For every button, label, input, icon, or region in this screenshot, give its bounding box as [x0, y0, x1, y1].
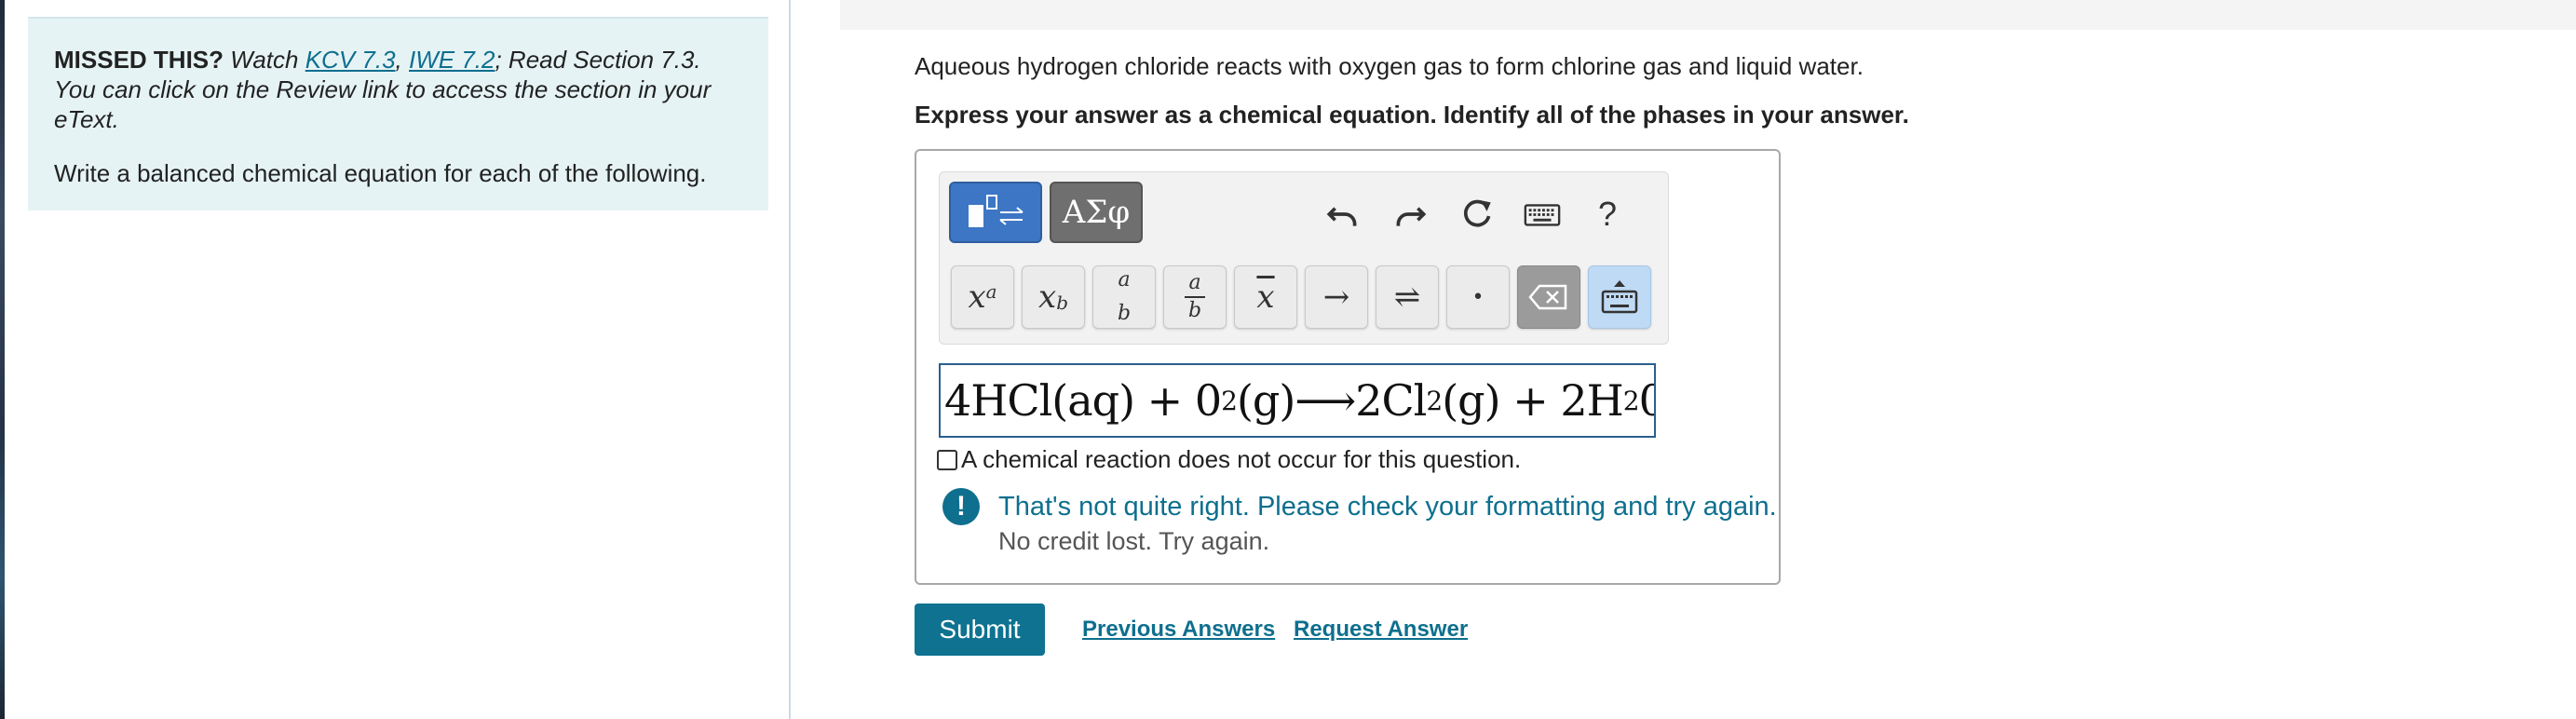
- left-pane: MISSED THIS? Watch KCV 7.3, IWE 7.2; Rea…: [5, 0, 789, 719]
- answer-panel: ΑΣφ ? xa xb ab ab x → ⇌ • 4HCl(aq) + 0 2…: [915, 149, 1781, 585]
- undo-icon: [1326, 207, 1357, 226]
- overline-key[interactable]: x: [1234, 265, 1297, 329]
- warning-icon: !: [942, 488, 980, 525]
- redo-icon: [1396, 207, 1427, 226]
- small-fraction-key[interactable]: ab: [1163, 265, 1227, 329]
- frac-denominator: b: [1117, 302, 1132, 325]
- instruction-text: Write a balanced chemical equation for e…: [54, 159, 707, 187]
- reset-button[interactable]: [1452, 189, 1502, 239]
- backspace-icon: [1528, 284, 1567, 310]
- reaction-arrow-key[interactable]: →: [1305, 265, 1368, 329]
- missed-label: MISSED THIS?: [54, 46, 224, 74]
- equation-input[interactable]: 4HCl(aq) + 02(g)⟶2Cl2(g) + 2H20(l): [939, 363, 1656, 438]
- subscript-base: x: [1038, 278, 1057, 316]
- feedback-subtext: No credit lost. Try again.: [998, 527, 1270, 555]
- small-frac-numerator: a: [1188, 271, 1201, 294]
- subscript-idx: b: [1056, 292, 1068, 314]
- request-answer-link[interactable]: Request Answer: [1294, 617, 1468, 643]
- no-reaction-option[interactable]: A chemical reaction does not occur for t…: [937, 445, 1521, 474]
- dot-key[interactable]: •: [1446, 265, 1510, 329]
- keyboard-shortcuts-button[interactable]: [1517, 189, 1567, 239]
- top-band: [840, 0, 2576, 30]
- equilibrium-arrow-key[interactable]: ⇌: [1376, 265, 1439, 329]
- math-toolbar: ΑΣφ ? xa xb ab ab x → ⇌ •: [939, 171, 1669, 345]
- no-reaction-checkbox[interactable]: [937, 449, 957, 470]
- backspace-key[interactable]: [1517, 265, 1580, 329]
- frac-numerator: a: [1118, 268, 1131, 292]
- hint-text: MISSED THIS? Watch KCV 7.3, IWE 7.2; Rea…: [54, 46, 712, 133]
- submit-button[interactable]: Submit: [915, 604, 1045, 656]
- kcv-link[interactable]: KCV 7.3: [305, 46, 396, 74]
- no-reaction-label: A chemical reaction does not occur for t…: [961, 445, 1522, 473]
- help-button[interactable]: ?: [1582, 189, 1633, 239]
- fraction-key[interactable]: ab: [1092, 265, 1156, 329]
- watch-text: Watch: [230, 46, 299, 74]
- redo-button[interactable]: [1385, 189, 1435, 239]
- superscript-exp: a: [985, 280, 997, 303]
- overline-glyph: x: [1256, 278, 1275, 316]
- superscript-key[interactable]: xa: [951, 265, 1014, 329]
- question-prompt: Aqueous hydrogen chloride reacts with ox…: [915, 52, 1864, 80]
- undo-button[interactable]: [1318, 189, 1368, 239]
- templates-icon: [969, 195, 1024, 227]
- feedback-message: That's not quite right. Please check you…: [998, 492, 1777, 522]
- small-frac-denominator: b: [1187, 299, 1202, 322]
- hint-box: MISSED THIS? Watch KCV 7.3, IWE 7.2; Rea…: [28, 17, 768, 210]
- previous-answers-link[interactable]: Previous Answers: [1082, 617, 1275, 643]
- keyboard-icon: [1524, 204, 1561, 226]
- templates-mode-button[interactable]: [949, 182, 1042, 243]
- superscript-base: x: [968, 278, 986, 316]
- pane-divider[interactable]: [789, 0, 791, 719]
- virtual-keyboard-key[interactable]: [1588, 265, 1651, 329]
- iwe-link[interactable]: IWE 7.2: [409, 46, 495, 74]
- question-directive: Express your answer as a chemical equati…: [915, 101, 1909, 129]
- keyboard-toggle-icon: [1601, 280, 1638, 314]
- subscript-key[interactable]: xb: [1022, 265, 1085, 329]
- symbols-mode-button[interactable]: ΑΣφ: [1050, 182, 1143, 243]
- reset-icon: [1463, 199, 1491, 227]
